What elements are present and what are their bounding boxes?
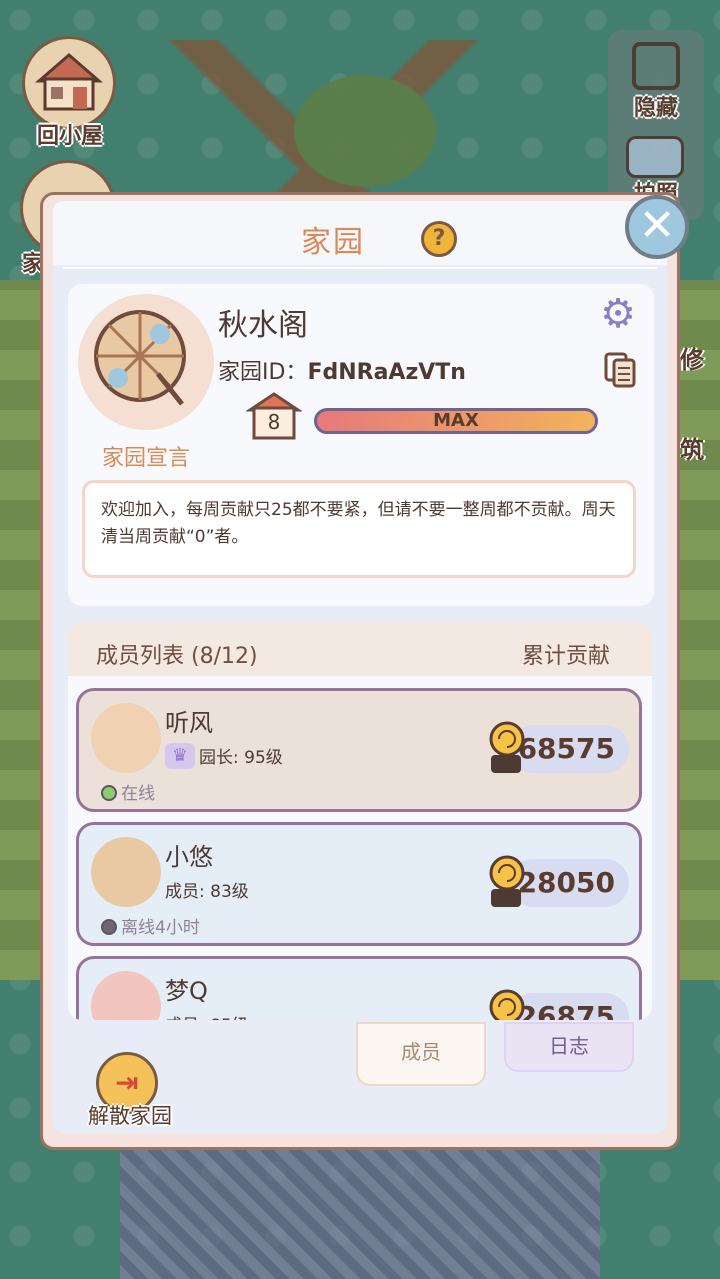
member-role: 成员: 83级: [165, 882, 249, 902]
member-status: 在线: [101, 779, 155, 804]
member-status-text: 在线: [121, 784, 155, 804]
declaration-label[interactable]: 家园宣言: [68, 440, 224, 472]
member-contribution: 68575: [509, 725, 629, 773]
dialog-title-bar: 家园 ?: [53, 201, 667, 269]
contribution-header-label: 累计贡献: [521, 644, 610, 669]
member-name: 小悠: [165, 843, 213, 871]
member-contribution: 28050: [509, 859, 629, 907]
homestead-level: 8: [267, 410, 281, 434]
close-button[interactable]: ✕: [625, 195, 689, 259]
member-status: 离线4小时: [101, 913, 200, 938]
title-divider: [63, 267, 657, 269]
partial-edit-label: 修: [680, 346, 704, 374]
member-role: ♛ 园长: 95级: [165, 743, 283, 771]
help-icon[interactable]: ?: [421, 221, 457, 257]
background-garden-right: [680, 280, 720, 980]
background-garden-left: [0, 280, 40, 980]
tab-members[interactable]: 成员: [356, 1022, 486, 1086]
level-progress-bar: MAX: [314, 408, 598, 434]
member-row[interactable]: 听风 ♛ 园长: 95级 在线 68575: [76, 688, 642, 812]
crown-icon: ♛: [165, 743, 195, 769]
return-home-button[interactable]: 回小屋: [20, 36, 120, 149]
homestead-level-badge: 8: [246, 392, 302, 440]
member-status-text: 离线4小时: [121, 918, 200, 938]
avatar: [91, 837, 161, 907]
homestead-id-value: FdNRaAzVTn: [307, 360, 466, 385]
homestead-id: 家园ID：FdNRaAzVTn: [218, 354, 466, 386]
member-role: 成员: 85级: [165, 1011, 249, 1020]
dissolve-homestead-label: 解散家园: [88, 1104, 172, 1128]
member-name: 梦Q: [165, 977, 208, 1005]
member-contribution: 26875: [509, 993, 629, 1020]
dissolve-homestead-button[interactable]: ⇥ 解散家园: [80, 1052, 180, 1132]
homestead-emblem-parasol-icon: [78, 294, 214, 430]
snail-trophy-icon: [483, 981, 527, 1020]
gear-icon[interactable]: ⚙: [598, 294, 638, 334]
member-row[interactable]: 小悠 成员: 83级 离线4小时 28050: [76, 822, 642, 946]
member-role-text: 园长: 95级: [199, 748, 283, 768]
snail-trophy-icon: [483, 847, 527, 911]
hide-label: 隐藏: [633, 96, 678, 121]
online-dot-icon: [101, 785, 117, 801]
return-home-label: 回小屋: [36, 124, 103, 149]
avatar: [91, 703, 161, 773]
hide-icon[interactable]: [632, 42, 680, 90]
homestead-profile-card: 家园宣言 秋水阁 家园ID：FdNRaAzVTn ⚙ 8 MAX 欢迎加入，每周…: [68, 284, 654, 606]
member-row[interactable]: 梦Q 成员: 85级 26875: [76, 956, 642, 1020]
avatar: [91, 971, 161, 1020]
tab-log[interactable]: 日志: [504, 1022, 634, 1072]
camera-icon[interactable]: [626, 136, 684, 178]
background-flowers: [120, 1130, 600, 1279]
member-list-panel: 成员列表 (8/12) 累计贡献 听风 ♛ 园长: 95级 在线 68575 小悠…: [68, 622, 652, 1020]
offline-dot-icon: [101, 919, 117, 935]
member-count-label: 成员列表 (8/12): [96, 644, 258, 669]
partial-build-label: 筑: [680, 436, 704, 464]
homestead-id-label: 家园ID：: [218, 360, 308, 385]
snail-trophy-icon: [483, 713, 527, 777]
homestead-name: 秋水阁: [218, 308, 308, 343]
member-list-header: 成员列表 (8/12) 累计贡献: [68, 622, 652, 676]
member-name: 听风: [165, 709, 213, 737]
house-icon: [22, 36, 116, 130]
copy-icon[interactable]: [604, 352, 636, 388]
homestead-notice: 欢迎加入，每周贡献只25都不要紧，但请不要一整周都不贡献。周天清当周贡献“0”者…: [82, 480, 636, 578]
dialog-title: 家园: [301, 225, 365, 260]
